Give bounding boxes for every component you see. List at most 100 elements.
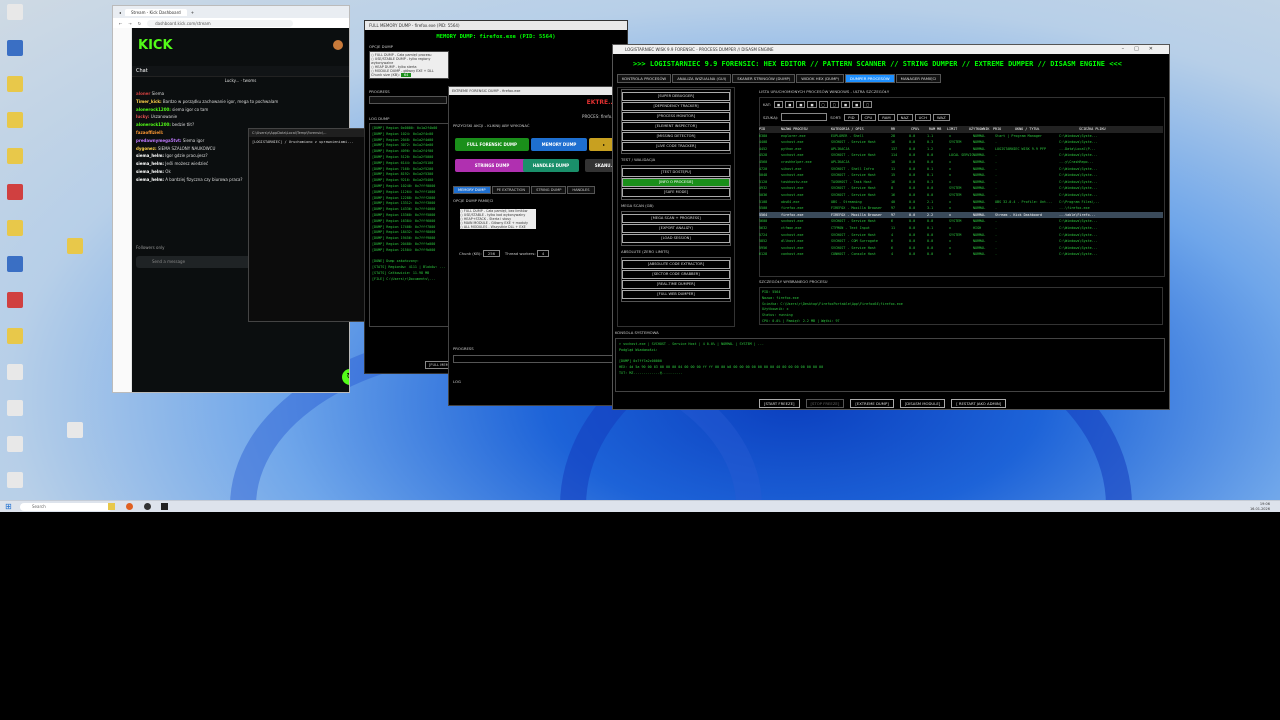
- start-icon[interactable]: ⊞: [5, 502, 12, 511]
- tool-button[interactable]: [LOAD SESSION]: [622, 234, 730, 243]
- desktop-icon[interactable]: [2, 220, 28, 236]
- filter-button-icon[interactable]: ◼: [807, 101, 817, 108]
- table-row[interactable]: 5120 taskhostw.exe TASKHOST - Task Host 16 0…: [759, 179, 1163, 186]
- desktop-icon[interactable]: [2, 292, 28, 308]
- avatar[interactable]: [333, 40, 343, 50]
- table-row[interactable]: 5724 svchost.exe SVCHOST - Service Host 4 0.…: [759, 232, 1163, 239]
- column-header[interactable]: ŚCIEŻKA PLIKU: [1079, 126, 1139, 133]
- table-row[interactable]: 5956 svchost.exe SVCHOST - Service Host 6 0.…: [759, 245, 1163, 252]
- main-tab[interactable]: SKANER STRINGÓW (DUMP): [732, 74, 796, 83]
- tool-button[interactable]: [EXPORT ANALIZY]: [622, 224, 730, 233]
- tool-button[interactable]: [FULL WEB DUMPER]: [622, 290, 730, 299]
- desktop-icon[interactable]: [2, 148, 28, 164]
- handles-dump-button[interactable]: HANDLES DUMP: [523, 159, 579, 172]
- table-row[interactable]: 4528 svchost.exe SVCHOST - Service Host 114…: [759, 152, 1163, 159]
- system-clock[interactable]: 19:06 16.01.2026: [1250, 502, 1270, 512]
- action-button[interactable]: [START FREEZE]: [759, 399, 800, 408]
- desktop-icon[interactable]: [2, 256, 28, 272]
- desktop-icon[interactable]: [2, 112, 28, 128]
- main-tab[interactable]: ANALIZA WIZUALNA (GUI): [672, 74, 732, 83]
- table-row[interactable]: 4932 svchost.exe SVCHOST - Service Host 8 0.…: [759, 185, 1163, 192]
- table-row[interactable]: 4452 python.exe APLIKACJA 137 0.0 1.2 x NORMAL L…: [759, 146, 1163, 153]
- new-tab-icon[interactable]: +: [191, 10, 194, 15]
- forensic-tab[interactable]: STRING DUMP: [531, 186, 567, 194]
- filter-button-icon[interactable]: ◼: [796, 101, 806, 108]
- tool-button[interactable]: [LIVE CODE TRACKER]: [622, 142, 730, 151]
- table-row[interactable]: 5600 svchost.exe SVCHOST - Service Host 6 0.…: [759, 218, 1163, 225]
- table-row[interactable]: 6380 explorer.exe EXPLORER - Shell 28 0.0 1.1…: [759, 133, 1163, 140]
- filter-button-icon[interactable]: ◼: [785, 101, 795, 108]
- threads-input[interactable]: 4: [536, 250, 550, 257]
- column-header[interactable]: KATEGORIA / OPIS: [831, 126, 891, 133]
- main-tab[interactable]: DUMPER PROCESÓW: [845, 74, 895, 83]
- desktop-icon[interactable]: [2, 400, 28, 416]
- desktop-icon[interactable]: [2, 328, 28, 344]
- tool-button[interactable]: [SECTOR CODE GRABBER]: [622, 270, 730, 279]
- tool-button[interactable]: [MEGA SCAN + PROGRESS]: [622, 214, 730, 223]
- sort-button[interactable]: PID: [844, 113, 859, 121]
- column-header[interactable]: PRIO: [993, 126, 1015, 133]
- chunk-input[interactable]: 64: [400, 73, 412, 77]
- forensic-tab[interactable]: HANDLES: [567, 186, 595, 194]
- url-field[interactable]: dashboard.kick.com/stream: [147, 19, 294, 27]
- table-row[interactable]: 4720 sihost.exe SVCHOST - Shell Infra 11 0.0…: [759, 166, 1163, 173]
- table-row[interactable]: 5632 ctfmon.exe CTFMON - Text Input 11 0.0 0.…: [759, 225, 1163, 232]
- tool-button[interactable]: [ELEMENT INSPECTOR]: [622, 122, 730, 131]
- chunk-input[interactable]: 256: [482, 250, 501, 257]
- forensic-tab[interactable]: MEMORY DUMP: [453, 186, 491, 194]
- back-icon[interactable]: ←: [119, 21, 122, 26]
- main-tab[interactable]: MANAGER PAMIĘCI: [895, 74, 942, 83]
- browser-tab[interactable]: Stream - Kick Dashboard: [125, 8, 187, 16]
- table-row[interactable]: 5036 svchost.exe SVCHOST - Service Host 16 0…: [759, 192, 1163, 199]
- column-header[interactable]: OKNO / TYTUŁ: [1015, 126, 1079, 133]
- file-explorer-icon[interactable]: [108, 503, 115, 510]
- forensic-tab[interactable]: PE EXTRACTION: [491, 186, 531, 194]
- action-button[interactable]: [DISASM MODULE]: [899, 399, 946, 408]
- dump-option[interactable]: ○ ALL MODULES - Wszystkie DLL + EXE: [460, 225, 536, 229]
- sort-button[interactable]: NAZ: [896, 113, 913, 121]
- back-icon[interactable]: ◂: [119, 10, 121, 15]
- refresh-icon[interactable]: ↻: [342, 369, 349, 385]
- table-row[interactable]: 5108 obs64.exe OBS - Streaming 40 0.0 2.1 x NOR…: [759, 199, 1163, 206]
- desktop-icon[interactable]: [2, 76, 28, 92]
- filter-button-icon[interactable]: ◻: [863, 101, 873, 108]
- table-row[interactable]: 6128 conhost.exe CONHOST - Console Host 4 0.…: [759, 251, 1163, 258]
- desktop-icon[interactable]: [2, 472, 28, 488]
- filter-button-icon[interactable]: ◼: [852, 101, 862, 108]
- sort-button[interactable]: RAM: [878, 113, 895, 121]
- desktop-icon[interactable]: [2, 184, 28, 200]
- sort-button[interactable]: WAZ: [932, 113, 950, 121]
- forward-icon[interactable]: →: [128, 21, 131, 26]
- sort-button[interactable]: UCH: [914, 113, 931, 121]
- action-button[interactable]: [ RESTART JAKO ADMIN]: [951, 399, 1007, 408]
- terminal-icon[interactable]: [161, 503, 168, 510]
- table-row[interactable]: 4408 svchost.exe SVCHOST - Service Host 16 0…: [759, 139, 1163, 146]
- desktop-icon[interactable]: [62, 238, 88, 254]
- sort-button[interactable]: CPU: [860, 113, 877, 121]
- full-forensic-dump-button[interactable]: FULL FORENSIC DUMP: [455, 138, 529, 151]
- column-header[interactable]: RR: [891, 126, 911, 133]
- window-controls[interactable]: –□✕: [1122, 45, 1163, 54]
- search-input[interactable]: [781, 113, 828, 121]
- filter-button-icon[interactable]: ◼: [773, 101, 784, 108]
- desktop-icon[interactable]: [2, 436, 28, 452]
- tool-button[interactable]: [DEPENDENCY TRACKER]: [622, 102, 730, 111]
- tool-button[interactable]: [TEST DOSTĘPU]: [622, 168, 730, 177]
- desktop-icon[interactable]: [2, 364, 28, 380]
- tool-button[interactable]: [SAFE MODE]: [622, 188, 730, 197]
- reload-icon[interactable]: ↻: [138, 21, 141, 26]
- column-header[interactable]: LIMIT: [947, 126, 969, 133]
- tool-button[interactable]: [MISSING DETECTOR]: [622, 132, 730, 141]
- memory-dump-button[interactable]: MEMORY DUMP: [531, 138, 587, 151]
- desktop-icon[interactable]: [2, 40, 28, 56]
- table-row[interactable]: 5852 dllhost.exe SVCHOST - COM Surrogate 6 0…: [759, 238, 1163, 245]
- column-header[interactable]: UŻYTKOWNIK: [969, 126, 993, 133]
- taskbar-search[interactable]: Search: [20, 503, 112, 511]
- tool-button[interactable]: [REAL-TIME DUMPER]: [622, 280, 730, 289]
- filter-button-icon[interactable]: ◻: [829, 101, 839, 108]
- filter-button-icon[interactable]: ◼: [840, 101, 851, 108]
- tool-button[interactable]: [SUPER DEBUGGER]: [622, 92, 730, 101]
- action-button[interactable]: [STOP FREEZE]: [805, 399, 845, 408]
- obs-icon[interactable]: [144, 503, 151, 510]
- dump-option[interactable]: ○ USE/STABLE DUMP - tylko regiony wykony…: [371, 57, 447, 65]
